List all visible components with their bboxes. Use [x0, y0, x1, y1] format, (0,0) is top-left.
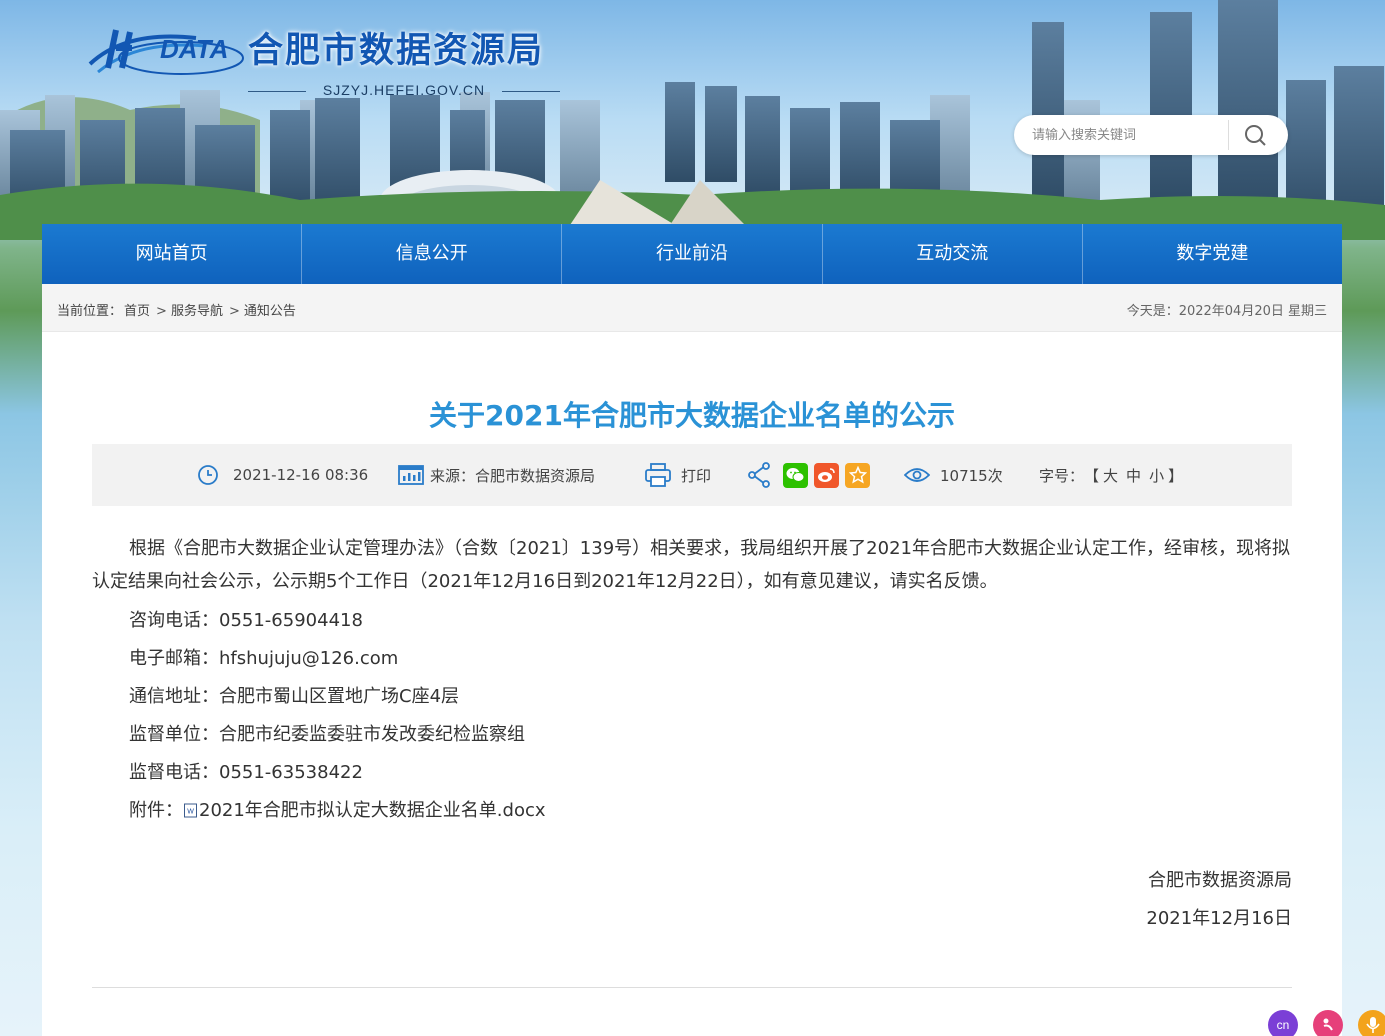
search-icon	[1245, 125, 1266, 146]
content-panel: 当前位置： 首页 > 服务导航 > 通知公告 今天是：2022年04月20日 星期三 关于…	[42, 284, 1385, 1036]
breadcrumb-bar: 当前位置： 首页 > 服务导航 > 通知公告 今天是：2022年04月20日 星期三	[42, 284, 1342, 332]
printer-icon	[645, 463, 671, 487]
logo-mark-text: DATA	[160, 34, 229, 64]
nav-item-info-disclosure[interactable]: 信息公开	[302, 224, 563, 284]
signature-date: 2021年12月16日	[1146, 908, 1292, 929]
article-title: 关于2021年合肥市大数据企业名单的公示	[429, 399, 955, 432]
source-text: 来源：合肥市数据资源局	[430, 466, 596, 485]
site-title: 合肥市数据资源局	[248, 31, 545, 71]
print-label: 打印	[681, 466, 712, 485]
site-domain: SJZYJ.HEFEI.GOV.CN	[248, 82, 560, 98]
article-body: 根据《合肥市大数据企业认定管理办法》（合数〔2021〕139号）相关要求，我局组…	[92, 532, 1297, 830]
clock-icon	[198, 465, 218, 485]
weibo-icon	[818, 468, 835, 482]
breadcrumb-separator: >	[156, 304, 167, 319]
view-count: 10715次	[904, 464, 1003, 486]
breadcrumb-home[interactable]: 首页	[124, 304, 150, 319]
svg-text:W: W	[187, 809, 194, 816]
view-count-text: 10715次	[940, 466, 1003, 485]
publish-date-text: 2021-12-16 08:36	[233, 466, 369, 484]
search-button[interactable]	[1232, 117, 1282, 153]
search-input[interactable]	[1032, 124, 1232, 146]
contact-phone: 咨询电话：0551-65904418	[129, 610, 363, 631]
source: 来源：合肥市数据资源局	[398, 464, 595, 486]
publish-date: 2021-12-16 08:36	[197, 464, 368, 486]
language-toggle-button[interactable]: cn	[1268, 1010, 1298, 1036]
site-logo[interactable]: DATA 合肥市数据资源局 SJZYJ.HEFEI.GOV.CN	[86, 18, 606, 98]
word-document-icon: W	[184, 803, 197, 818]
article-intro: 根据《合肥市大数据企业认定管理办法》（合数〔2021〕139号）相关要求，我局组…	[92, 538, 1290, 592]
wechat-icon	[786, 468, 805, 482]
share-icon[interactable]	[747, 462, 771, 488]
nav-item-industry-frontier[interactable]: 行业前沿	[562, 224, 823, 284]
share-group	[747, 462, 876, 488]
eye-icon	[904, 468, 930, 482]
supervision-phone: 监督电话：0551-63538422	[129, 762, 363, 783]
nav-item-interaction[interactable]: 互动交流	[823, 224, 1083, 284]
font-size-large[interactable]: 大	[1103, 465, 1118, 486]
breadcrumb-notices[interactable]: 通知公告	[244, 304, 296, 319]
nav-item-digital-party[interactable]: 数字党建	[1083, 224, 1342, 284]
favorite-button[interactable]	[845, 462, 870, 488]
nav-item-home[interactable]: 网站首页	[42, 224, 303, 284]
contact-email: 电子邮箱：hfshujuju@126.com	[129, 648, 399, 669]
font-size-bracket-open: 【	[1084, 466, 1100, 485]
wechat-share-button[interactable]	[783, 462, 808, 488]
font-size-small[interactable]: 小	[1149, 465, 1164, 486]
weibo-share-button[interactable]	[814, 462, 839, 488]
source-chart-icon	[398, 465, 424, 485]
signature-org: 合肥市数据资源局	[1148, 870, 1292, 891]
breadcrumb-separator: >	[228, 304, 240, 319]
accessibility-button[interactable]	[1313, 1010, 1343, 1036]
font-size-switcher: 字号： 【 大 中 小 】	[1039, 464, 1183, 486]
accessibility-icon	[1323, 1018, 1333, 1031]
search-divider	[1228, 120, 1229, 150]
article-meta-bar: 2021-12-16 08:36 来源：合肥市数据资源局 打印 10715次 字…	[92, 444, 1292, 506]
star-icon	[848, 466, 867, 484]
font-size-bracket-close: 】	[1168, 466, 1184, 485]
attachment-label: 附件：	[129, 800, 183, 821]
print-button[interactable]: 打印	[645, 463, 712, 487]
breadcrumb-prefix: 当前位置：	[57, 304, 123, 319]
font-size-label: 字号：	[1039, 466, 1085, 485]
attachment-line: 附件： W 2021年合肥市拟认定大数据企业名单.docx	[92, 792, 1297, 830]
supervision-unit: 监督单位：合肥市纪委监委驻市发改委纪检监察组	[129, 724, 525, 745]
breadcrumb: 当前位置： 首页 > 服务导航 > 通知公告	[57, 300, 298, 319]
contact-address: 通信地址：合肥市蜀山区置地广场C座4层	[129, 686, 460, 707]
attachment-link[interactable]: 2021年合肥市拟认定大数据企业名单.docx	[199, 800, 546, 821]
article-signature: 合肥市数据资源局 2021年12月16日	[1146, 862, 1292, 938]
today-date: 今天是：2022年04月20日 星期三	[1126, 304, 1327, 319]
breadcrumb-service-nav[interactable]: 服务导航	[171, 304, 223, 319]
main-nav: 网站首页 信息公开 行业前沿 互动交流 数字党建	[42, 224, 1342, 284]
voice-read-button[interactable]	[1358, 1010, 1385, 1036]
content-divider	[92, 987, 1292, 988]
font-size-medium[interactable]: 中	[1126, 465, 1141, 486]
microphone-icon	[1366, 1017, 1380, 1033]
